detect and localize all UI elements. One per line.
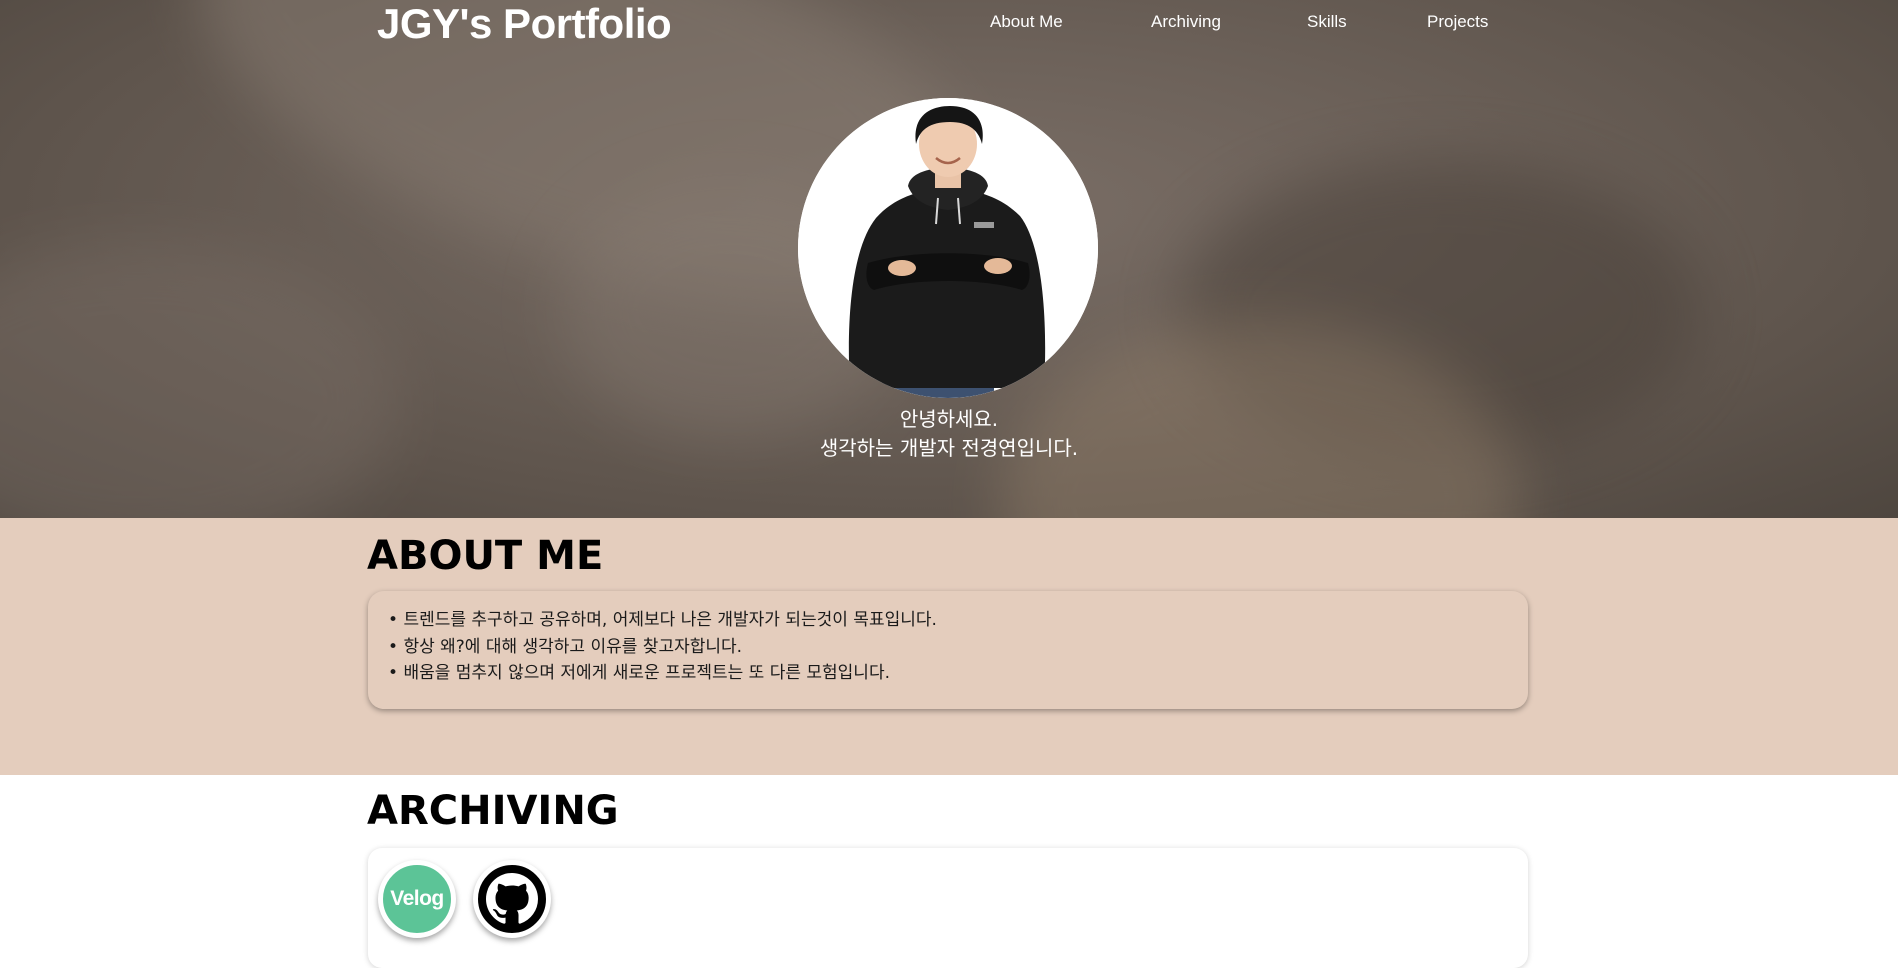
about-me-list: 트렌드를 추구하고 공유하며, 어제보다 나은 개발자가 되는것이 목표입니다.… <box>388 607 1508 687</box>
person-illustration <box>798 98 1098 398</box>
nav-skills[interactable]: Skills <box>1307 12 1347 32</box>
greeting-line-2: 생각하는 개발자 전경연입니다. <box>819 436 1079 460</box>
greeting-line-1: 안녕하세요. <box>899 407 999 431</box>
about-me-item: 배움을 멈추지 않으며 저에게 새로운 프로젝트는 또 다른 모험입니다. <box>388 660 1508 687</box>
github-icon <box>486 873 538 924</box>
archiving-card: Velog <box>368 848 1528 968</box>
velog-label: Velog <box>390 887 444 910</box>
background-blur <box>0 240 400 518</box>
nav-archiving[interactable]: Archiving <box>1151 12 1221 32</box>
archiving-title: ARCHIVING <box>367 788 619 834</box>
site-logo[interactable]: JGY's Portfolio <box>377 0 672 48</box>
profile-photo <box>798 98 1098 398</box>
nav-projects[interactable]: Projects <box>1427 12 1488 32</box>
about-me-title: ABOUT ME <box>367 533 604 579</box>
github-link[interactable] <box>473 860 551 938</box>
archiving-section: ARCHIVING Velog <box>0 775 1898 968</box>
about-me-item: 항상 왜?에 대해 생각하고 이유를 찾고자합니다. <box>388 634 1508 661</box>
about-me-item: 트렌드를 추구하고 공유하며, 어제보다 나은 개발자가 되는것이 목표입니다. <box>388 607 1508 634</box>
about-me-section: ABOUT ME 트렌드를 추구하고 공유하며, 어제보다 나은 개발자가 되는… <box>0 518 1898 775</box>
about-me-card: 트렌드를 추구하고 공유하며, 어제보다 나은 개발자가 되는것이 목표입니다.… <box>368 591 1528 709</box>
velog-link[interactable]: Velog <box>378 860 456 938</box>
nav-about-me[interactable]: About Me <box>990 12 1063 32</box>
greeting: 안녕하세요. 생각하는 개발자 전경연입니다. <box>649 405 1249 463</box>
hero-section: JGY's Portfolio About Me Archiving Skill… <box>0 0 1898 518</box>
